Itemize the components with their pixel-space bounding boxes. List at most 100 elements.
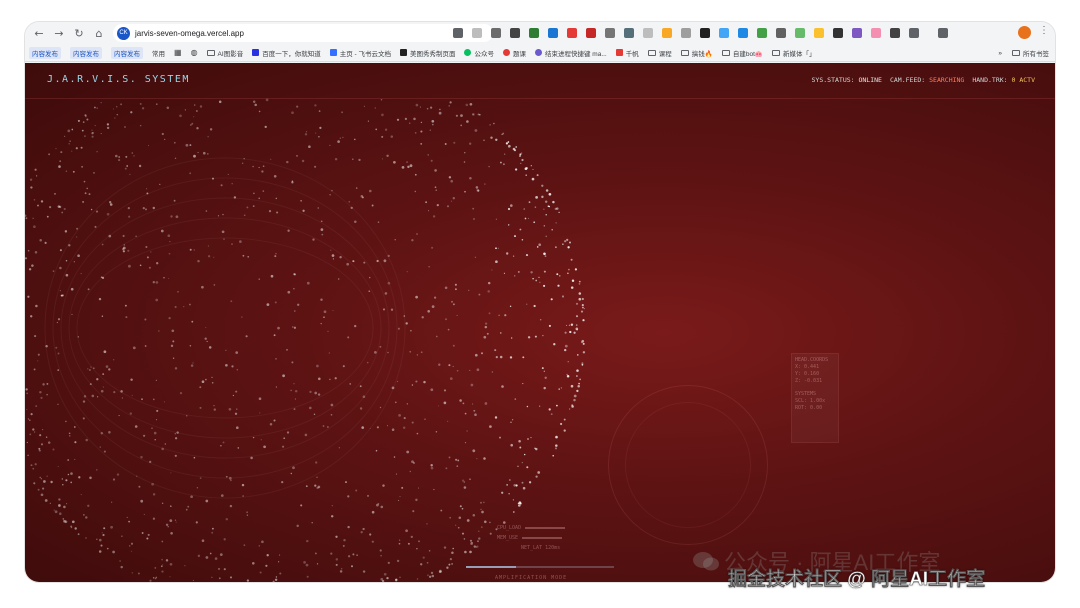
particle (69, 140, 71, 142)
translate-icon[interactable] (453, 28, 463, 38)
home-icon[interactable]: ⌂ (89, 23, 109, 43)
particle (63, 505, 66, 509)
particle (161, 558, 163, 561)
particle (551, 228, 553, 231)
particle (67, 473, 70, 476)
bookmark-chip[interactable]: 内容发布 (70, 46, 102, 59)
extension-icon[interactable] (890, 28, 900, 38)
bookmark-chip[interactable]: 内容发布 (29, 46, 61, 59)
particle (82, 417, 85, 420)
particle (42, 429, 44, 431)
particle (424, 418, 426, 420)
extension-icon[interactable] (757, 28, 767, 38)
particle (579, 378, 581, 381)
particle (58, 165, 61, 168)
jarvis-page[interactable]: J.A.R.V.I.S. SYSTEM SYS.STATUS: ONLINE C… (25, 63, 1055, 582)
extension-icon[interactable] (643, 28, 653, 38)
extension-icon[interactable] (529, 28, 539, 38)
particle (431, 246, 434, 249)
particle (377, 221, 380, 223)
particle (538, 243, 542, 247)
extension-icon[interactable] (795, 28, 805, 38)
particle (39, 391, 42, 394)
omnibox[interactable]: CK jarvis-seven-omega.vercel.app (113, 24, 493, 42)
bookmark-item[interactable]: 千帆 (615, 48, 639, 58)
bookmark-item[interactable]: 课程 (647, 48, 672, 58)
particle (361, 426, 365, 429)
particle (211, 376, 213, 379)
particle (268, 209, 272, 213)
extension-icon[interactable] (510, 28, 520, 38)
bookmark-item[interactable]: 美图秀秀制页面 (399, 48, 455, 58)
extension-icon[interactable] (738, 28, 748, 38)
bookmark-item[interactable]: 新媒体「」 (771, 48, 815, 58)
extension-icon[interactable] (586, 28, 596, 38)
reload-icon[interactable]: ↻ (69, 23, 89, 43)
extension-icon[interactable] (700, 28, 710, 38)
extension-icon[interactable] (719, 28, 729, 38)
particle (211, 382, 214, 384)
puzzle-icon[interactable] (909, 28, 919, 38)
extension-icon[interactable] (567, 28, 577, 38)
particle (74, 458, 76, 461)
particle (84, 114, 87, 117)
extension-icon[interactable] (681, 28, 691, 38)
particle (474, 413, 477, 417)
particle (29, 433, 32, 436)
particle (534, 447, 536, 449)
bookmarks-bar: 内容发布 内容发布 内容发布 常用 ▦ ◍ AI图影音 百度一下，你就知道 主页… (25, 44, 1055, 62)
particle (148, 145, 150, 147)
extension-icon[interactable] (605, 28, 615, 38)
particle (96, 469, 98, 471)
particle (309, 390, 312, 394)
apps-grid-icon[interactable]: ▦ (174, 48, 182, 57)
more-bookmarks-button[interactable]: » (998, 50, 1002, 57)
particle (402, 426, 406, 430)
bookmark-chip[interactable]: 内容发布 (111, 46, 143, 59)
particle (84, 135, 86, 137)
particle (25, 388, 28, 391)
particle (332, 258, 334, 260)
particle (258, 545, 260, 547)
bookmark-item[interactable]: AI图影音 (206, 48, 243, 58)
bookmark-item[interactable]: 搞钱🔥 (680, 48, 713, 58)
sidebar-icon[interactable] (938, 28, 948, 38)
extension-icon[interactable] (871, 28, 881, 38)
all-bookmarks[interactable]: 所有书签 (1012, 48, 1049, 58)
extension-icon[interactable] (852, 28, 862, 38)
menu-kebab-icon[interactable]: ⋮ (1039, 25, 1049, 36)
back-icon[interactable]: ← (29, 23, 49, 43)
particle (543, 370, 545, 372)
particle (414, 190, 416, 193)
bookmark-item[interactable]: 主页 - 飞书云文档 (329, 48, 391, 58)
extension-icon[interactable] (624, 28, 634, 38)
bookmark-item[interactable]: 公众号 (464, 48, 494, 58)
bookmark-item[interactable]: 题课 (502, 48, 526, 58)
particle (432, 215, 436, 218)
globe-icon[interactable]: ◍ (191, 48, 198, 57)
bookmark-item[interactable]: 百度一下，你就知道 (252, 48, 321, 58)
extension-icon[interactable] (833, 28, 843, 38)
particle (530, 437, 532, 439)
forward-icon[interactable]: → (49, 23, 69, 43)
extension-icon[interactable] (814, 28, 824, 38)
particle (474, 129, 478, 132)
particle (472, 513, 476, 517)
particle (541, 367, 544, 370)
particle (477, 113, 480, 116)
extension-icon[interactable] (776, 28, 786, 38)
bookmark-item[interactable]: 自建bot🐽 (721, 48, 763, 58)
particle (411, 421, 414, 424)
profile-avatar[interactable] (1018, 26, 1031, 39)
bookmark-item[interactable]: 结束进程快捷键 ma... (534, 48, 607, 58)
extension-icon[interactable] (491, 28, 501, 38)
extension-icon[interactable] (662, 28, 672, 38)
bookmark-item[interactable]: 常用 (152, 48, 165, 58)
star-icon[interactable] (472, 28, 482, 38)
particle (464, 190, 466, 193)
particle (576, 389, 579, 393)
particle (105, 365, 109, 368)
extension-icon[interactable] (548, 28, 558, 38)
url-text[interactable]: jarvis-seven-omega.vercel.app (135, 29, 244, 38)
particle (242, 495, 244, 497)
